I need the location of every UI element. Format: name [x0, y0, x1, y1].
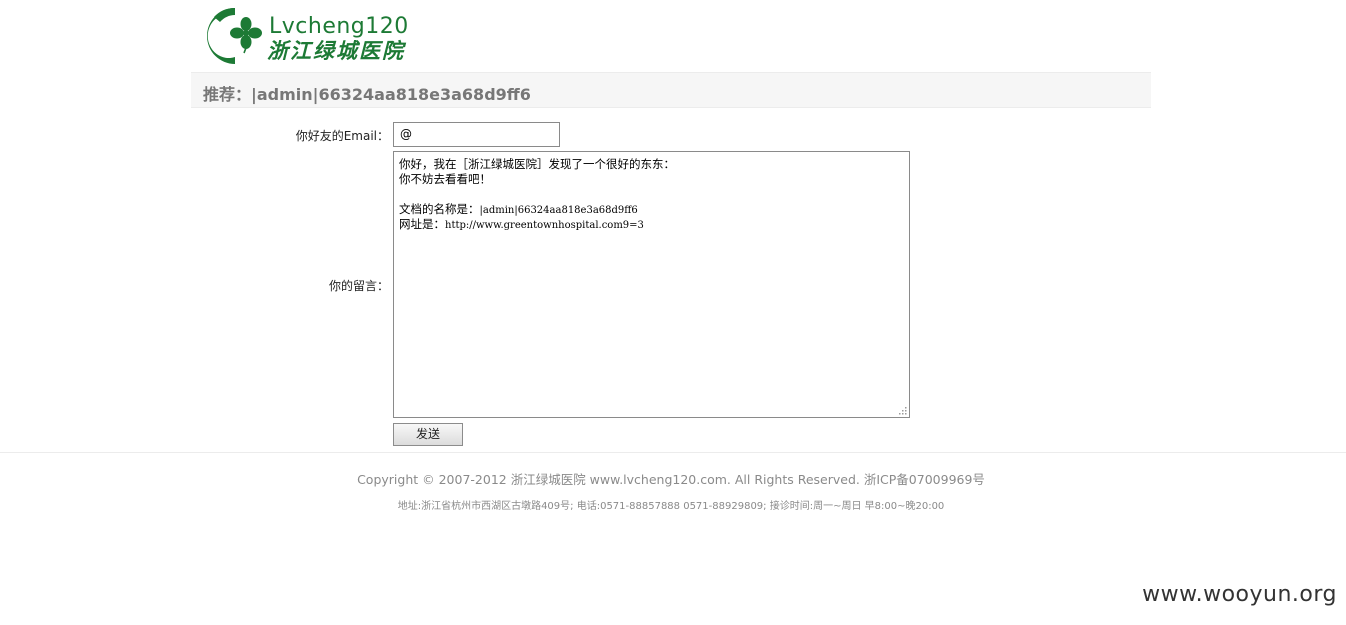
address-text: 地址:浙江省杭州市西湖区古墩路409号; 电话:0571-88857888 05… [397, 501, 945, 512]
page-title: 推荐：|admin|66324aa818e3a68d9ff6 [203, 85, 531, 104]
copyright-text: Copyright © 2007-2012 浙江绿城医院 www.lvcheng… [357, 472, 985, 487]
logo-chinese-name: 浙江绿城医院 [267, 38, 405, 63]
send-button[interactable]: 发送 [393, 423, 463, 446]
friend-email-input[interactable]: @ [393, 122, 560, 147]
message-line: 你好，我在［浙江绿城医院］发现了一个很好的东东： [399, 157, 675, 171]
message-line [399, 187, 904, 202]
hospital-logo[interactable]: Lvcheng120 浙江绿城医院 [206, 7, 416, 65]
footer-divider [0, 452, 1346, 453]
clover-logo-icon [207, 7, 262, 64]
message-textarea[interactable]: 你好，我在［浙江绿城医院］发现了一个很好的东东： 你不妨去看看吧！ 文档的名称是… [393, 151, 910, 418]
title-bar: 推荐：|admin|66324aa818e3a68d9ff6 [191, 72, 1151, 108]
watermark: www.wooyun.org [1142, 582, 1337, 607]
logo-english-name: Lvcheng120 [269, 14, 409, 39]
message-line: 文档的名称是：|admin|66324aa818e3a68d9ff6 [399, 202, 638, 216]
resize-grip-icon[interactable] [898, 406, 907, 415]
message-line: 网址是：http://www.greentownhospital.com9=3 [399, 217, 644, 231]
message-label: 你的留言： [328, 279, 389, 293]
email-label: 你好友的Email： [295, 129, 389, 143]
message-line: 你不妨去看看吧！ [399, 172, 491, 186]
